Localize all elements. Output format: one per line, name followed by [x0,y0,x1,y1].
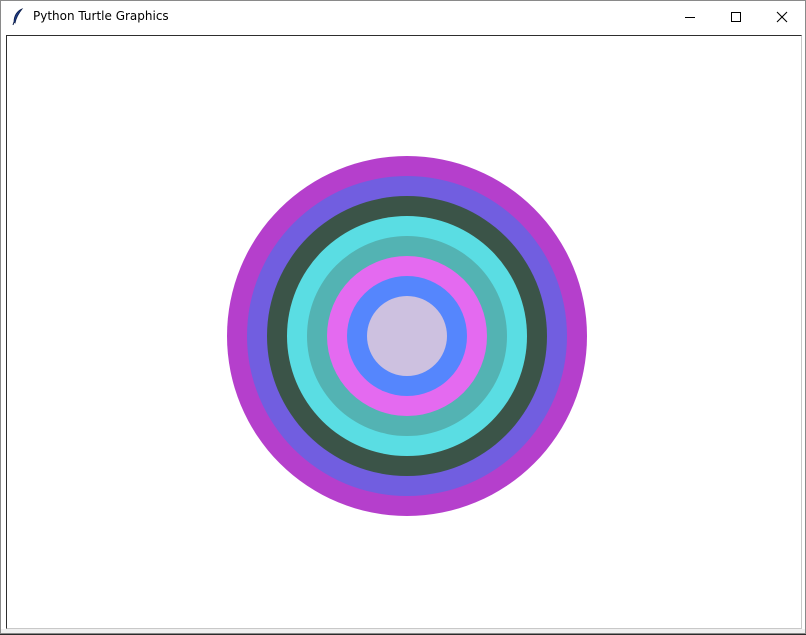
drawing-area [227,156,587,516]
turtle-canvas[interactable] [6,35,802,629]
minimize-button[interactable] [667,1,713,33]
feather-icon [11,8,25,26]
close-icon [776,8,788,27]
maximize-button[interactable] [713,1,759,33]
close-button[interactable] [759,1,805,33]
window-bottom-edge [1,629,805,633]
minimize-icon [684,8,696,27]
turtle-window: Python Turtle Graphics [0,0,806,634]
ring-8 [367,296,447,376]
maximize-icon [730,8,742,27]
window-title: Python Turtle Graphics [33,9,169,23]
title-bar[interactable]: Python Turtle Graphics [1,1,805,33]
